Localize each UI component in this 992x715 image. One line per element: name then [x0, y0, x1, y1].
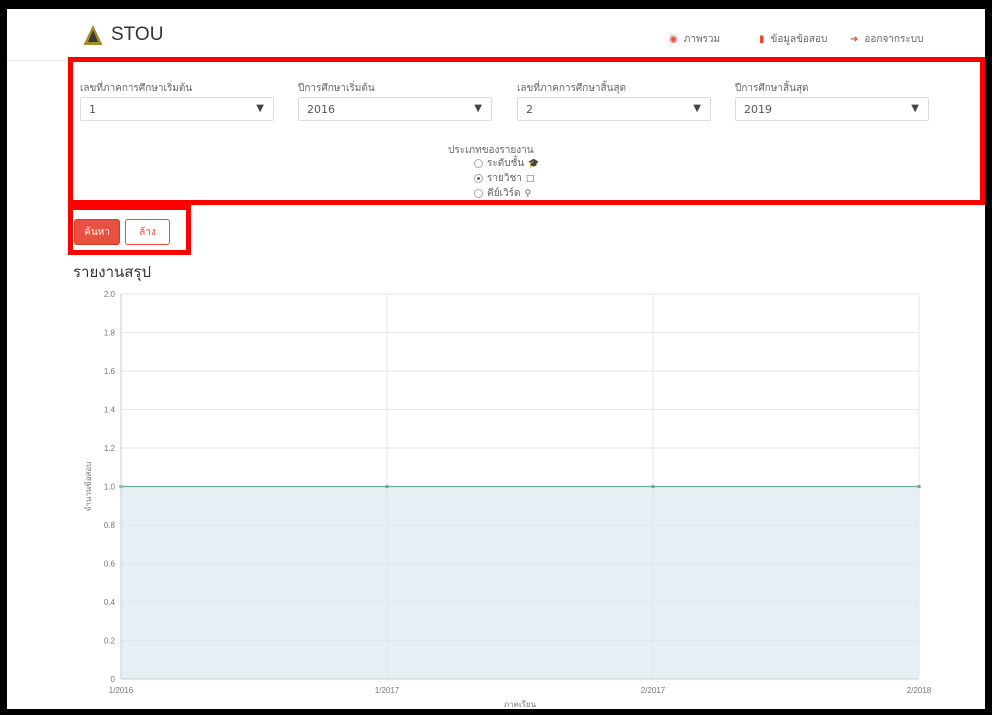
- radio-level[interactable]: ระดับชั้น 🎓: [474, 156, 539, 171]
- start-semester-label: เลขที่ภาคการศึกษาเริ่มต้น: [80, 83, 193, 94]
- series-area: [121, 486, 919, 679]
- radio-level-label: ระดับชั้น: [487, 158, 525, 169]
- y-tick-label: 0.2: [104, 637, 116, 646]
- clear-button[interactable]: ล้าง: [125, 219, 170, 245]
- nav-exam-data-label: ข้อมูลข้อสอบ: [770, 34, 828, 45]
- radio-button[interactable]: [474, 159, 483, 168]
- data-point: [651, 484, 655, 489]
- y-tick-label: 0.6: [104, 560, 116, 569]
- y-tick-label: 1.8: [104, 329, 116, 338]
- caret-down-icon: ▼: [693, 103, 701, 114]
- dashboard-icon: ◉: [669, 33, 678, 45]
- radio-button-checked[interactable]: [474, 174, 483, 183]
- y-tick-label: 1.4: [104, 406, 116, 415]
- end-semester-select[interactable]: 2 ▼: [517, 97, 711, 121]
- y-tick-label: 0: [111, 675, 116, 684]
- caret-down-icon: ▼: [474, 103, 482, 114]
- y-tick-label: 0.8: [104, 521, 116, 530]
- start-year-select[interactable]: 2016 ▼: [298, 97, 492, 121]
- end-year-label: ปีการศึกษาสิ้นสุด: [735, 83, 809, 94]
- radio-button[interactable]: [474, 189, 483, 198]
- y-axis-label: จำนวนข้อสอบ: [84, 462, 93, 512]
- top-navbar: STOU ◉ ภาพรวม ▮ ข้อมูลข้อสอบ ➜ ออกจากระบ…: [7, 9, 985, 61]
- brand-name[interactable]: STOU: [111, 24, 163, 46]
- summary-chart: 0 0.2 0.4 0.6 0.8 1.0 1.2 1.4 1.6 1.8 2.0 1/2016 1/2…: [84, 290, 932, 709]
- start-year-value: 2016: [307, 103, 335, 116]
- logout-icon: ➜: [850, 33, 859, 45]
- end-semester-label: เลขที่ภาคการศึกษาสิ้นสุด: [517, 83, 627, 94]
- y-tick-label: 2.0: [104, 290, 116, 299]
- x-tick-label: 2/2018: [907, 686, 932, 695]
- radio-subject-label: รายวิชา: [487, 173, 522, 184]
- radio-keyword-label: คีย์เวิร์ด: [487, 188, 521, 199]
- stou-logo-icon: [84, 25, 102, 45]
- x-tick-label: 1/2017: [375, 686, 400, 695]
- end-semester-value: 2: [526, 103, 533, 116]
- start-semester-select[interactable]: 1 ▼: [80, 97, 274, 121]
- caret-down-icon: ▼: [911, 103, 919, 114]
- y-tick-label: 1.2: [104, 444, 116, 453]
- x-tick-label: 2/2017: [641, 686, 666, 695]
- start-year-label: ปีการศึกษาเริ่มต้น: [298, 83, 375, 94]
- file-icon: ▮: [759, 33, 765, 45]
- end-year-select[interactable]: 2019 ▼: [735, 97, 929, 121]
- data-point: [385, 484, 389, 489]
- search-button[interactable]: ค้นหา: [74, 219, 120, 245]
- start-semester-value: 1: [89, 103, 96, 116]
- key-icon: ⚲: [524, 188, 532, 199]
- nav-logout[interactable]: ➜ ออกจากระบบ: [850, 32, 923, 47]
- nav-overview[interactable]: ◉ ภาพรวม: [669, 32, 720, 47]
- x-tick-label: 1/2016: [109, 686, 134, 695]
- page: STOU ◉ ภาพรวม ▮ ข้อมูลข้อสอบ ➜ ออกจากระบ…: [7, 9, 985, 709]
- book-icon: □: [525, 173, 535, 184]
- end-year-value: 2019: [744, 103, 772, 116]
- y-tick-label: 0.4: [104, 598, 116, 607]
- radio-subject[interactable]: รายวิชา □: [474, 171, 534, 186]
- x-axis-label: ภาคเรียน: [504, 700, 537, 709]
- caret-down-icon: ▼: [256, 103, 264, 114]
- y-tick-label: 1.0: [104, 483, 116, 492]
- y-tick-label: 1.6: [104, 367, 116, 376]
- nav-logout-label: ออกจากระบบ: [864, 34, 924, 45]
- nav-exam-data[interactable]: ▮ ข้อมูลข้อสอบ: [759, 32, 827, 47]
- radio-keyword[interactable]: คีย์เวิร์ด ⚲: [474, 186, 531, 201]
- nav-overview-label: ภาพรวม: [683, 34, 721, 45]
- data-point: [917, 484, 921, 489]
- graduation-cap-icon: 🎓: [528, 158, 540, 169]
